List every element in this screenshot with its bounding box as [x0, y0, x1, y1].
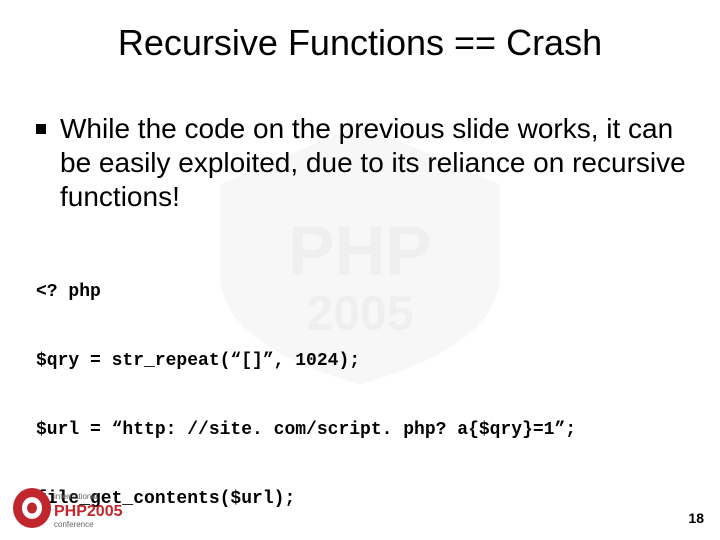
bullet-item: While the code on the previous slide wor… [36, 112, 686, 214]
slide: PHP 2005 Recursive Functions == Crash Wh… [0, 0, 720, 540]
slide-title: Recursive Functions == Crash [0, 22, 720, 64]
page-number: 18 [688, 510, 704, 526]
code-line: $qry = str_repeat(“[]”, 1024); [36, 350, 686, 373]
square-bullet-icon [36, 124, 46, 134]
conference-logo: international PHP2005 conference [12, 486, 142, 530]
slide-body: While the code on the previous slide wor… [36, 112, 686, 540]
logo-text-php: PHP2005 [54, 503, 123, 520]
code-line: <? php [36, 281, 686, 304]
logo-text-line1: international [54, 492, 98, 501]
bullet-text: While the code on the previous slide wor… [60, 112, 686, 214]
code-line: $url = “http: //site. com/script. php? a… [36, 419, 686, 442]
logo-text-line3: conference [54, 520, 94, 529]
